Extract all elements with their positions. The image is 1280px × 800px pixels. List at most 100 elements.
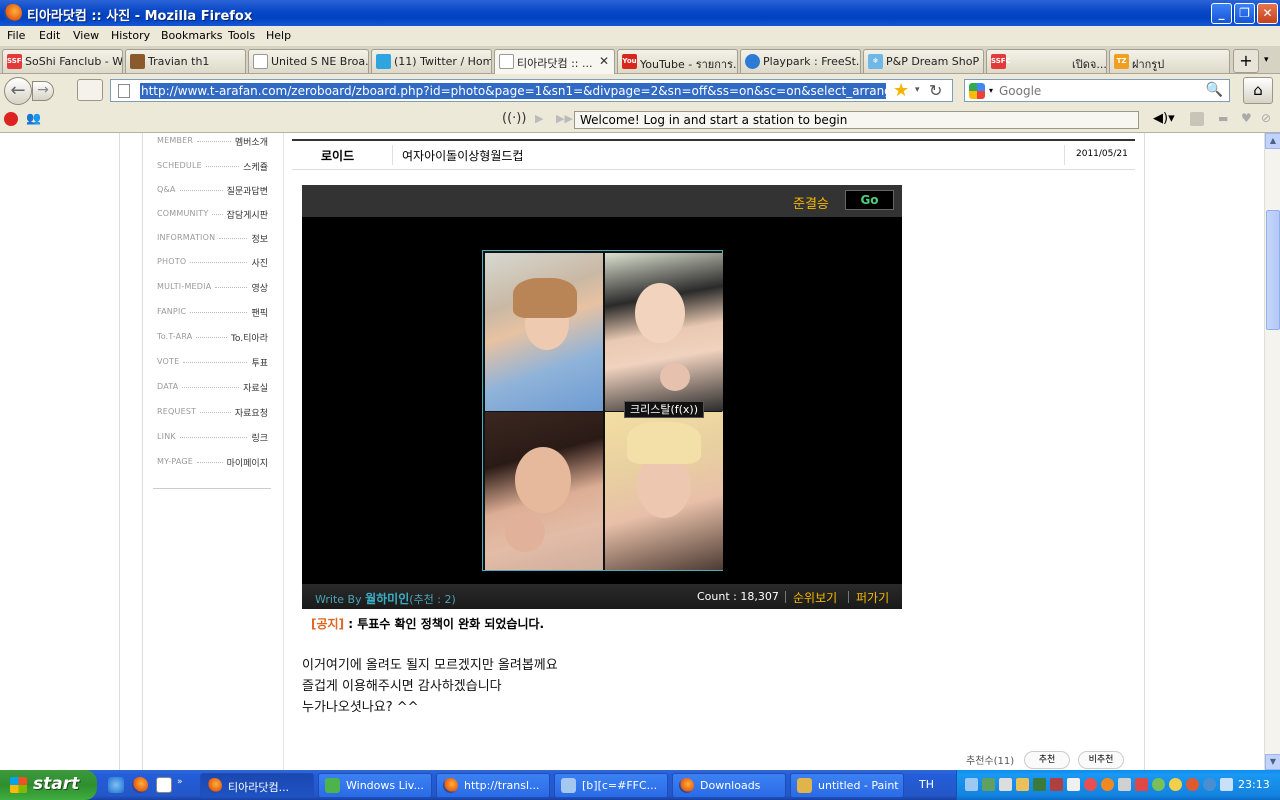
scroll-thumb[interactable]: [1266, 210, 1280, 330]
sidebar-item-to-t-ara[interactable]: To.T-ARA To.티아라: [157, 331, 268, 345]
tab-playpark[interactable]: Playpark : FreeSt...: [740, 49, 861, 73]
tray-icon[interactable]: [982, 778, 995, 791]
search-input[interactable]: [999, 83, 1199, 99]
taskbar-button[interactable]: untitled - Paint: [790, 773, 904, 798]
addon-red-icon[interactable]: [4, 112, 18, 126]
sidebar-item-link[interactable]: LINK 링크: [157, 431, 268, 445]
taskbar-button[interactable]: Windows Liv...: [318, 773, 432, 798]
tray-icon[interactable]: [1118, 778, 1131, 791]
post-author[interactable]: 로이드: [321, 147, 354, 164]
tray-icon[interactable]: [1033, 778, 1046, 791]
search-bar[interactable]: ▾ 🔍: [964, 79, 1230, 102]
users-icon[interactable]: 👥: [26, 111, 44, 127]
forward-button[interactable]: →: [32, 81, 54, 101]
sidebar-item-fanpic[interactable]: FANPIC 팬픽: [157, 306, 268, 320]
tray-icon[interactable]: [1050, 778, 1063, 791]
candidate-photo[interactable]: [485, 253, 603, 411]
candidate-photo[interactable]: [605, 253, 723, 411]
sidebar-item-data[interactable]: DATA 자료실: [157, 381, 268, 395]
play-icon[interactable]: ▶: [535, 112, 543, 125]
ban-icon[interactable]: ⊘: [1261, 111, 1271, 125]
tab-pp-dream[interactable]: ❄ P&P Dream ShoP: [863, 49, 984, 73]
sidebar-item-q-a[interactable]: Q&A 질문과답변: [157, 184, 268, 198]
writer-name[interactable]: 월하미인: [365, 592, 409, 606]
sidebar-item-photo[interactable]: PHOTO 사진: [157, 256, 268, 270]
tray-icon[interactable]: [1084, 778, 1097, 791]
vertical-scrollbar[interactable]: ▲ ▼: [1264, 133, 1280, 770]
scroll-up-icon[interactable]: ▲: [1265, 133, 1280, 149]
not-recommend-button[interactable]: 비추천: [1078, 751, 1124, 769]
go-button[interactable]: Go: [845, 190, 894, 210]
tray-icon[interactable]: [1135, 778, 1148, 791]
close-window-button[interactable]: ✕: [1257, 3, 1278, 24]
taskbar-button[interactable]: [b][c=#FFC...: [554, 773, 668, 798]
firefox-quicklaunch-icon[interactable]: [132, 777, 148, 793]
menu-file[interactable]: File: [7, 29, 25, 42]
sidebar-item-my-page[interactable]: MY-PAGE 마이페이지: [157, 456, 268, 470]
candidate-photo[interactable]: [485, 412, 603, 570]
tray-icon[interactable]: [1101, 778, 1114, 791]
site-identity-icon[interactable]: [77, 79, 103, 101]
msn-quicklaunch-icon[interactable]: [156, 777, 172, 793]
sidebar-item-information[interactable]: INFORMATION 정보: [157, 232, 268, 246]
sidebar-item-multi-media[interactable]: MULTI-MEDIA 영상: [157, 281, 268, 295]
ranking-link[interactable]: 순위보기: [793, 589, 837, 606]
minimize-button[interactable]: _: [1211, 3, 1232, 24]
tray-icon[interactable]: [1152, 778, 1165, 791]
tab-soshi[interactable]: SSFC SoShi Fanclub - W...: [2, 49, 123, 73]
tab-youtube[interactable]: You YouTube - รายการ...: [617, 49, 738, 73]
volume-tray-icon[interactable]: [1220, 778, 1233, 791]
next-icon[interactable]: ▶▶: [556, 112, 573, 125]
tray-icon[interactable]: [1186, 778, 1199, 791]
menu-help[interactable]: Help: [266, 29, 291, 42]
menu-history[interactable]: History: [111, 29, 150, 42]
url-dropdown-icon[interactable]: ▾: [915, 85, 920, 95]
sidebar-item-vote[interactable]: VOTE 투표: [157, 356, 268, 370]
wireless-icon[interactable]: ((·)): [502, 111, 526, 126]
taskbar-button[interactable]: http://transl...: [436, 773, 550, 798]
bookmark-star-icon[interactable]: ★: [893, 80, 909, 101]
close-tab-icon[interactable]: ✕: [599, 54, 609, 68]
tray-icon[interactable]: [1203, 778, 1216, 791]
notice-link[interactable]: [공지] : 투표수 확인 정책이 완화 되었습니다.: [311, 615, 544, 632]
url-text[interactable]: http://www.t-arafan.com/zeroboard/zboard…: [140, 83, 886, 99]
more-quicklaunch-icon[interactable]: »: [177, 777, 187, 793]
addon-box-icon[interactable]: [1190, 112, 1204, 126]
tab-fakrup[interactable]: TZ ฝากรูป: [1109, 49, 1230, 73]
reload-icon[interactable]: ↻: [929, 81, 942, 100]
tray-icon[interactable]: [965, 778, 978, 791]
home-button[interactable]: ⌂: [1243, 77, 1273, 104]
recommend-button[interactable]: 추천: [1024, 751, 1070, 769]
new-tab-button[interactable]: +: [1233, 49, 1259, 73]
tab-tiara-active[interactable]: 티아라닷컴 :: ... ✕: [494, 49, 615, 74]
tab-twitter[interactable]: (11) Twitter / Home: [371, 49, 492, 73]
tray-icon[interactable]: [999, 778, 1012, 791]
address-bar[interactable]: http://www.t-arafan.com/zeroboard/zboard…: [110, 79, 953, 102]
ie-quicklaunch-icon[interactable]: [108, 777, 124, 793]
sidebar-item-request[interactable]: REQUEST 자료요청: [157, 406, 268, 420]
tab-travian[interactable]: Travian th1: [125, 49, 246, 73]
sidebar-item-member[interactable]: MEMBER 멤버소개: [157, 135, 268, 149]
search-icon[interactable]: 🔍: [1206, 82, 1223, 98]
taskbar-button[interactable]: 티아라닷컴...: [200, 773, 314, 798]
tab-list-icon[interactable]: ▾: [1264, 55, 1269, 65]
menu-bookmarks[interactable]: Bookmarks: [161, 29, 222, 42]
share-link[interactable]: 퍼가기: [856, 589, 889, 606]
dislike-icon[interactable]: ▬: [1218, 112, 1228, 125]
tray-icon[interactable]: [1016, 778, 1029, 791]
scroll-down-icon[interactable]: ▼: [1265, 754, 1280, 770]
tray-icon[interactable]: [1067, 778, 1080, 791]
menu-edit[interactable]: Edit: [39, 29, 60, 42]
tab-thai[interactable]: SSFC เปิดจ...: [986, 49, 1107, 73]
back-button[interactable]: ←: [4, 77, 32, 105]
start-button[interactable]: start: [0, 770, 97, 800]
tray-icon[interactable]: [1169, 778, 1182, 791]
menu-tools[interactable]: Tools: [228, 29, 255, 42]
menu-view[interactable]: View: [73, 29, 99, 42]
candidate-photo[interactable]: [605, 412, 723, 570]
sidebar-item-community[interactable]: COMMUNITY 잡담게시판: [157, 208, 268, 222]
taskbar-button[interactable]: Downloads: [672, 773, 786, 798]
volume-icon[interactable]: ◀)▾: [1153, 111, 1175, 126]
language-indicator[interactable]: TH: [919, 778, 934, 791]
maximize-button[interactable]: ❐: [1234, 3, 1255, 24]
